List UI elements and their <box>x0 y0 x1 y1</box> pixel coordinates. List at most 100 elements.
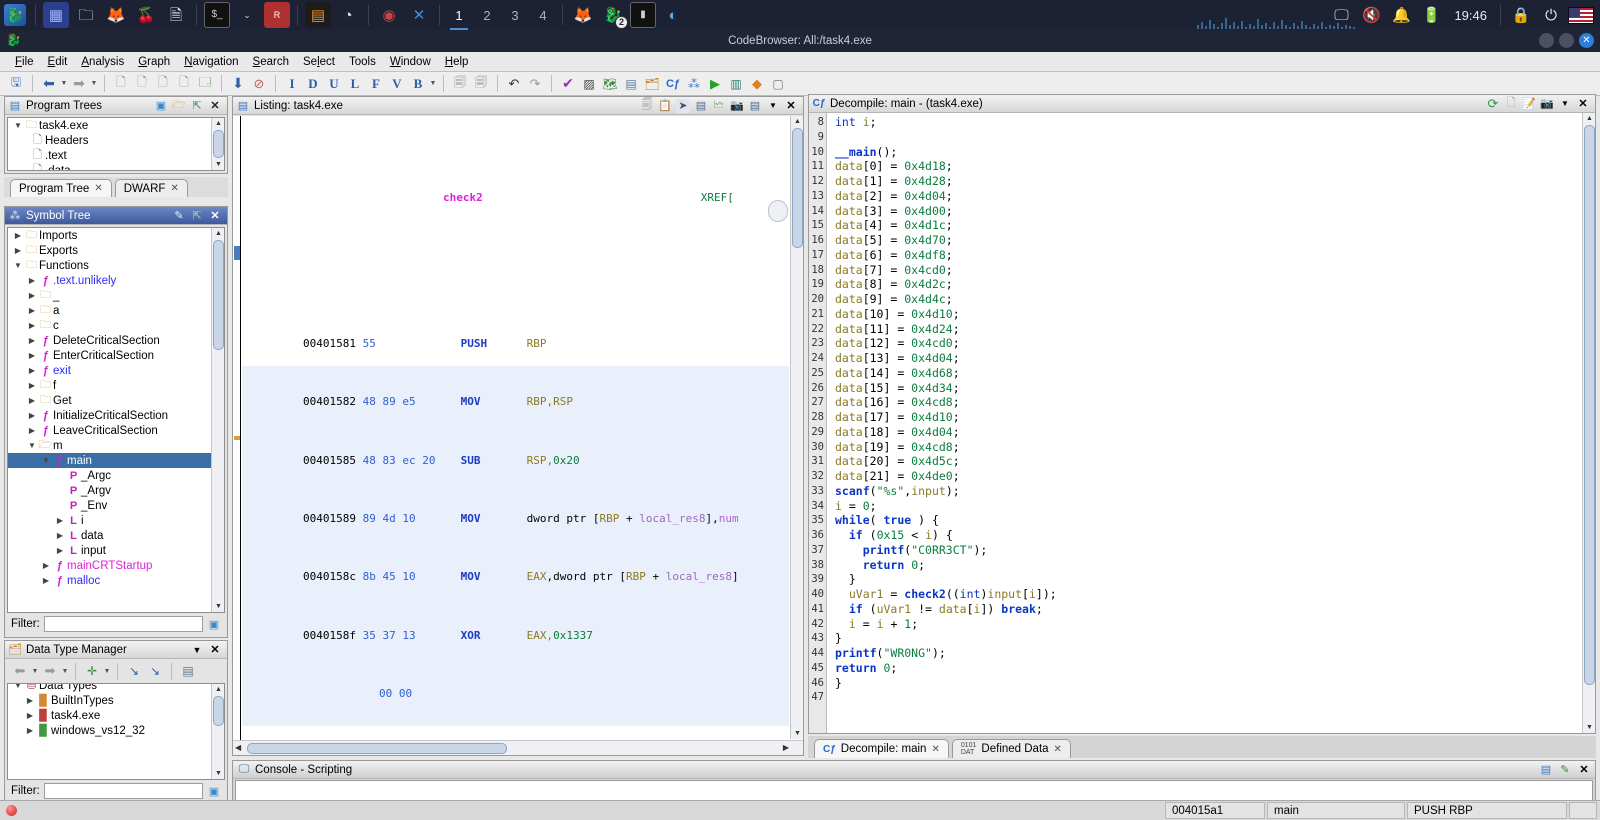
expander-icon[interactable]: ▶ <box>26 276 38 285</box>
scroll-up-icon[interactable]: ▲ <box>214 229 223 238</box>
decompiler-line[interactable]: data[7] = 0x4cd0; <box>835 263 1581 278</box>
symbol-tree-scrollbar[interactable]: ▲ ▼ <box>211 228 224 612</box>
dtm-back-button[interactable]: ⬅ <box>10 661 30 681</box>
expander-icon[interactable]: ▶ <box>12 231 24 240</box>
instruction-button[interactable]: I <box>282 74 302 94</box>
decompiler-line[interactable]: int i; <box>835 115 1581 130</box>
new-folder-icon[interactable]: ▣ <box>154 99 168 113</box>
symbol-tree-node-deletecriticalsection[interactable]: ▶ƒDeleteCriticalSection <box>8 333 224 348</box>
tab-close-icon[interactable]: ✕ <box>1054 744 1062 755</box>
import-program-button[interactable]: 🗋 <box>174 74 194 94</box>
cherrytree-icon[interactable]: 🍒 <box>133 2 159 28</box>
expander-icon[interactable]: ▶ <box>12 246 24 255</box>
symbol-tree-node-argv[interactable]: P_Argv <box>8 483 224 498</box>
menu-navigation[interactable]: Navigation <box>177 55 245 69</box>
us-flag-icon[interactable] <box>1568 2 1594 28</box>
decompiler-token-var[interactable]: data <box>835 248 863 262</box>
scroll-down-icon[interactable]: ▼ <box>793 729 802 738</box>
kali-menu-icon[interactable]: 🐉 <box>2 2 28 28</box>
redo-button[interactable]: ↷ <box>525 74 545 94</box>
scroll-left-icon[interactable]: ◀ <box>235 743 241 752</box>
symbol-tree-node-entercriticalsection[interactable]: ▶ƒEnterCriticalSection <box>8 348 224 363</box>
workspace-3[interactable]: 3 <box>501 0 529 30</box>
dropdown-icon[interactable]: ▼ <box>190 643 204 657</box>
data-button[interactable]: D <box>303 74 323 94</box>
decompiler-token-var[interactable]: data <box>835 277 863 291</box>
expander-icon[interactable]: ▶ <box>26 411 38 420</box>
symbol-tree-node-get[interactable]: ▶🗀Get <box>8 393 224 408</box>
decompiler-line[interactable]: data[13] = 0x4d04; <box>835 351 1581 366</box>
listing-instruction[interactable]: 00401582 48 89 e5MOVRBP,RSP <box>303 395 789 410</box>
operands[interactable]: dword ptr [RBP + local_res8],num <box>527 512 739 525</box>
dtm-filter-pointers-button[interactable]: ↘ <box>124 661 144 681</box>
close-icon[interactable]: ✕ <box>1576 97 1590 111</box>
expander-icon[interactable]: ▶ <box>54 516 66 525</box>
label-check2[interactable]: check2 <box>443 191 483 204</box>
decompiler-token-var[interactable]: i <box>1029 587 1036 601</box>
decompiler-line[interactable]: data[18] = 0x4d04; <box>835 425 1581 440</box>
clock[interactable]: 19:46 <box>1454 8 1487 23</box>
symbol-tree-filter-input[interactable] <box>44 616 203 632</box>
decompiler-body[interactable]: 8910111213141516171819202122232425262728… <box>809 113 1595 733</box>
decompiler-line[interactable]: data[9] = 0x4d4c; <box>835 292 1581 307</box>
close-icon[interactable]: ✕ <box>1577 763 1591 777</box>
decompiler-token-var[interactable]: uVar1 <box>877 602 912 616</box>
dtm-new-dropdown-icon[interactable]: ▼ <box>103 668 111 675</box>
menu-dropdown-icon[interactable]: ▼ <box>1558 97 1572 111</box>
snapshot-icon[interactable]: 📷 <box>1540 97 1554 111</box>
symbol-tree-node-main[interactable]: ▼ƒmain <box>8 453 224 468</box>
tree-node-task4-exe-dt[interactable]: ▶ ▉ task4.exe <box>8 708 224 723</box>
close-icon[interactable]: ✕ <box>784 99 798 113</box>
back-button[interactable]: ⬅ <box>39 74 59 94</box>
decompiler-token-var[interactable]: data <box>835 440 863 454</box>
symbol-tree-node-c[interactable]: ▶🗀c <box>8 318 224 333</box>
listing-instruction[interactable]: 0040158f 35 37 13XOREAX,0x1337 <box>303 629 789 644</box>
decompiler-token-var[interactable]: data <box>835 351 863 365</box>
program-tree-scrollbar[interactable]: ▲ ▼ <box>211 118 224 170</box>
expander-icon[interactable]: ▶ <box>54 546 66 555</box>
decompiler-token-fn[interactable]: printf <box>863 543 905 557</box>
expander-icon[interactable]: ▶ <box>26 366 38 375</box>
operands[interactable]: EAX,dword ptr [RBP + local_res8] <box>527 570 739 583</box>
console-output[interactable] <box>235 780 1593 801</box>
decompiler-token-var[interactable]: data <box>835 336 863 350</box>
menu-window[interactable]: Window <box>383 55 438 69</box>
decompiler-token-var[interactable]: i <box>925 528 932 542</box>
refresh-icon[interactable]: ⟳ <box>1486 97 1500 111</box>
decompiler-line[interactable]: data[21] = 0x4de0; <box>835 469 1581 484</box>
scroll-down-icon[interactable]: ▼ <box>214 769 223 778</box>
snapshot-button[interactable]: 🗔 <box>195 74 215 94</box>
decompiler-line[interactable]: data[0] = 0x4d18; <box>835 159 1581 174</box>
notification-bell-icon[interactable]: 🔔 <box>1388 2 1414 28</box>
decompiler-token-var[interactable]: i <box>835 499 842 513</box>
scroll-up-icon[interactable]: ▲ <box>214 685 223 694</box>
listing-body[interactable]: check2XREF[ 00401581 55PUSHRBP 00401582 … <box>233 116 803 755</box>
label-button[interactable]: L <box>345 74 365 94</box>
expander-icon[interactable]: ▶ <box>26 426 38 435</box>
decompiler-token-fn[interactable]: scanf <box>835 484 870 498</box>
decompiler-line[interactable]: data[5] = 0x4d70; <box>835 233 1581 248</box>
decompiler-line[interactable]: __main(); <box>835 145 1581 160</box>
decompiler-line[interactable]: data[1] = 0x4d28; <box>835 174 1581 189</box>
undefine-button[interactable]: U <box>324 74 344 94</box>
tree-node-data[interactable]: 🗋 .data <box>8 163 224 171</box>
expander-icon[interactable]: ▼ <box>12 683 24 690</box>
decompiler-token-var[interactable]: i <box>863 115 870 129</box>
ghidra-window-button[interactable]: 🐉2 <box>600 2 626 28</box>
close-icon[interactable]: ✕ <box>208 643 222 657</box>
maximize-button[interactable] <box>1559 33 1574 48</box>
decompiler-token-var[interactable]: data <box>835 410 863 424</box>
decompiler-line[interactable]: } <box>835 572 1581 587</box>
dtm-filter-input[interactable] <box>44 783 203 799</box>
decompiler-token-var[interactable]: input <box>911 484 946 498</box>
expander-icon[interactable]: ▶ <box>26 291 38 300</box>
decompiler-token-var[interactable]: data <box>835 204 863 218</box>
decompiler-line[interactable]: data[20] = 0x4d5c; <box>835 454 1581 469</box>
expander-icon[interactable]: ▶ <box>26 351 38 360</box>
operands[interactable]: RBP,RSP <box>527 395 573 408</box>
listing-instruction[interactable]: 00401589 89 4d 10MOVdword ptr [RBP + loc… <box>303 512 789 527</box>
decompiler-line[interactable]: } <box>835 631 1581 646</box>
symbol-tree-node-exports[interactable]: ▶🗀Exports <box>8 243 224 258</box>
decompiler-line[interactable]: data[12] = 0x4cd0; <box>835 336 1581 351</box>
variable-button[interactable]: V <box>387 74 407 94</box>
